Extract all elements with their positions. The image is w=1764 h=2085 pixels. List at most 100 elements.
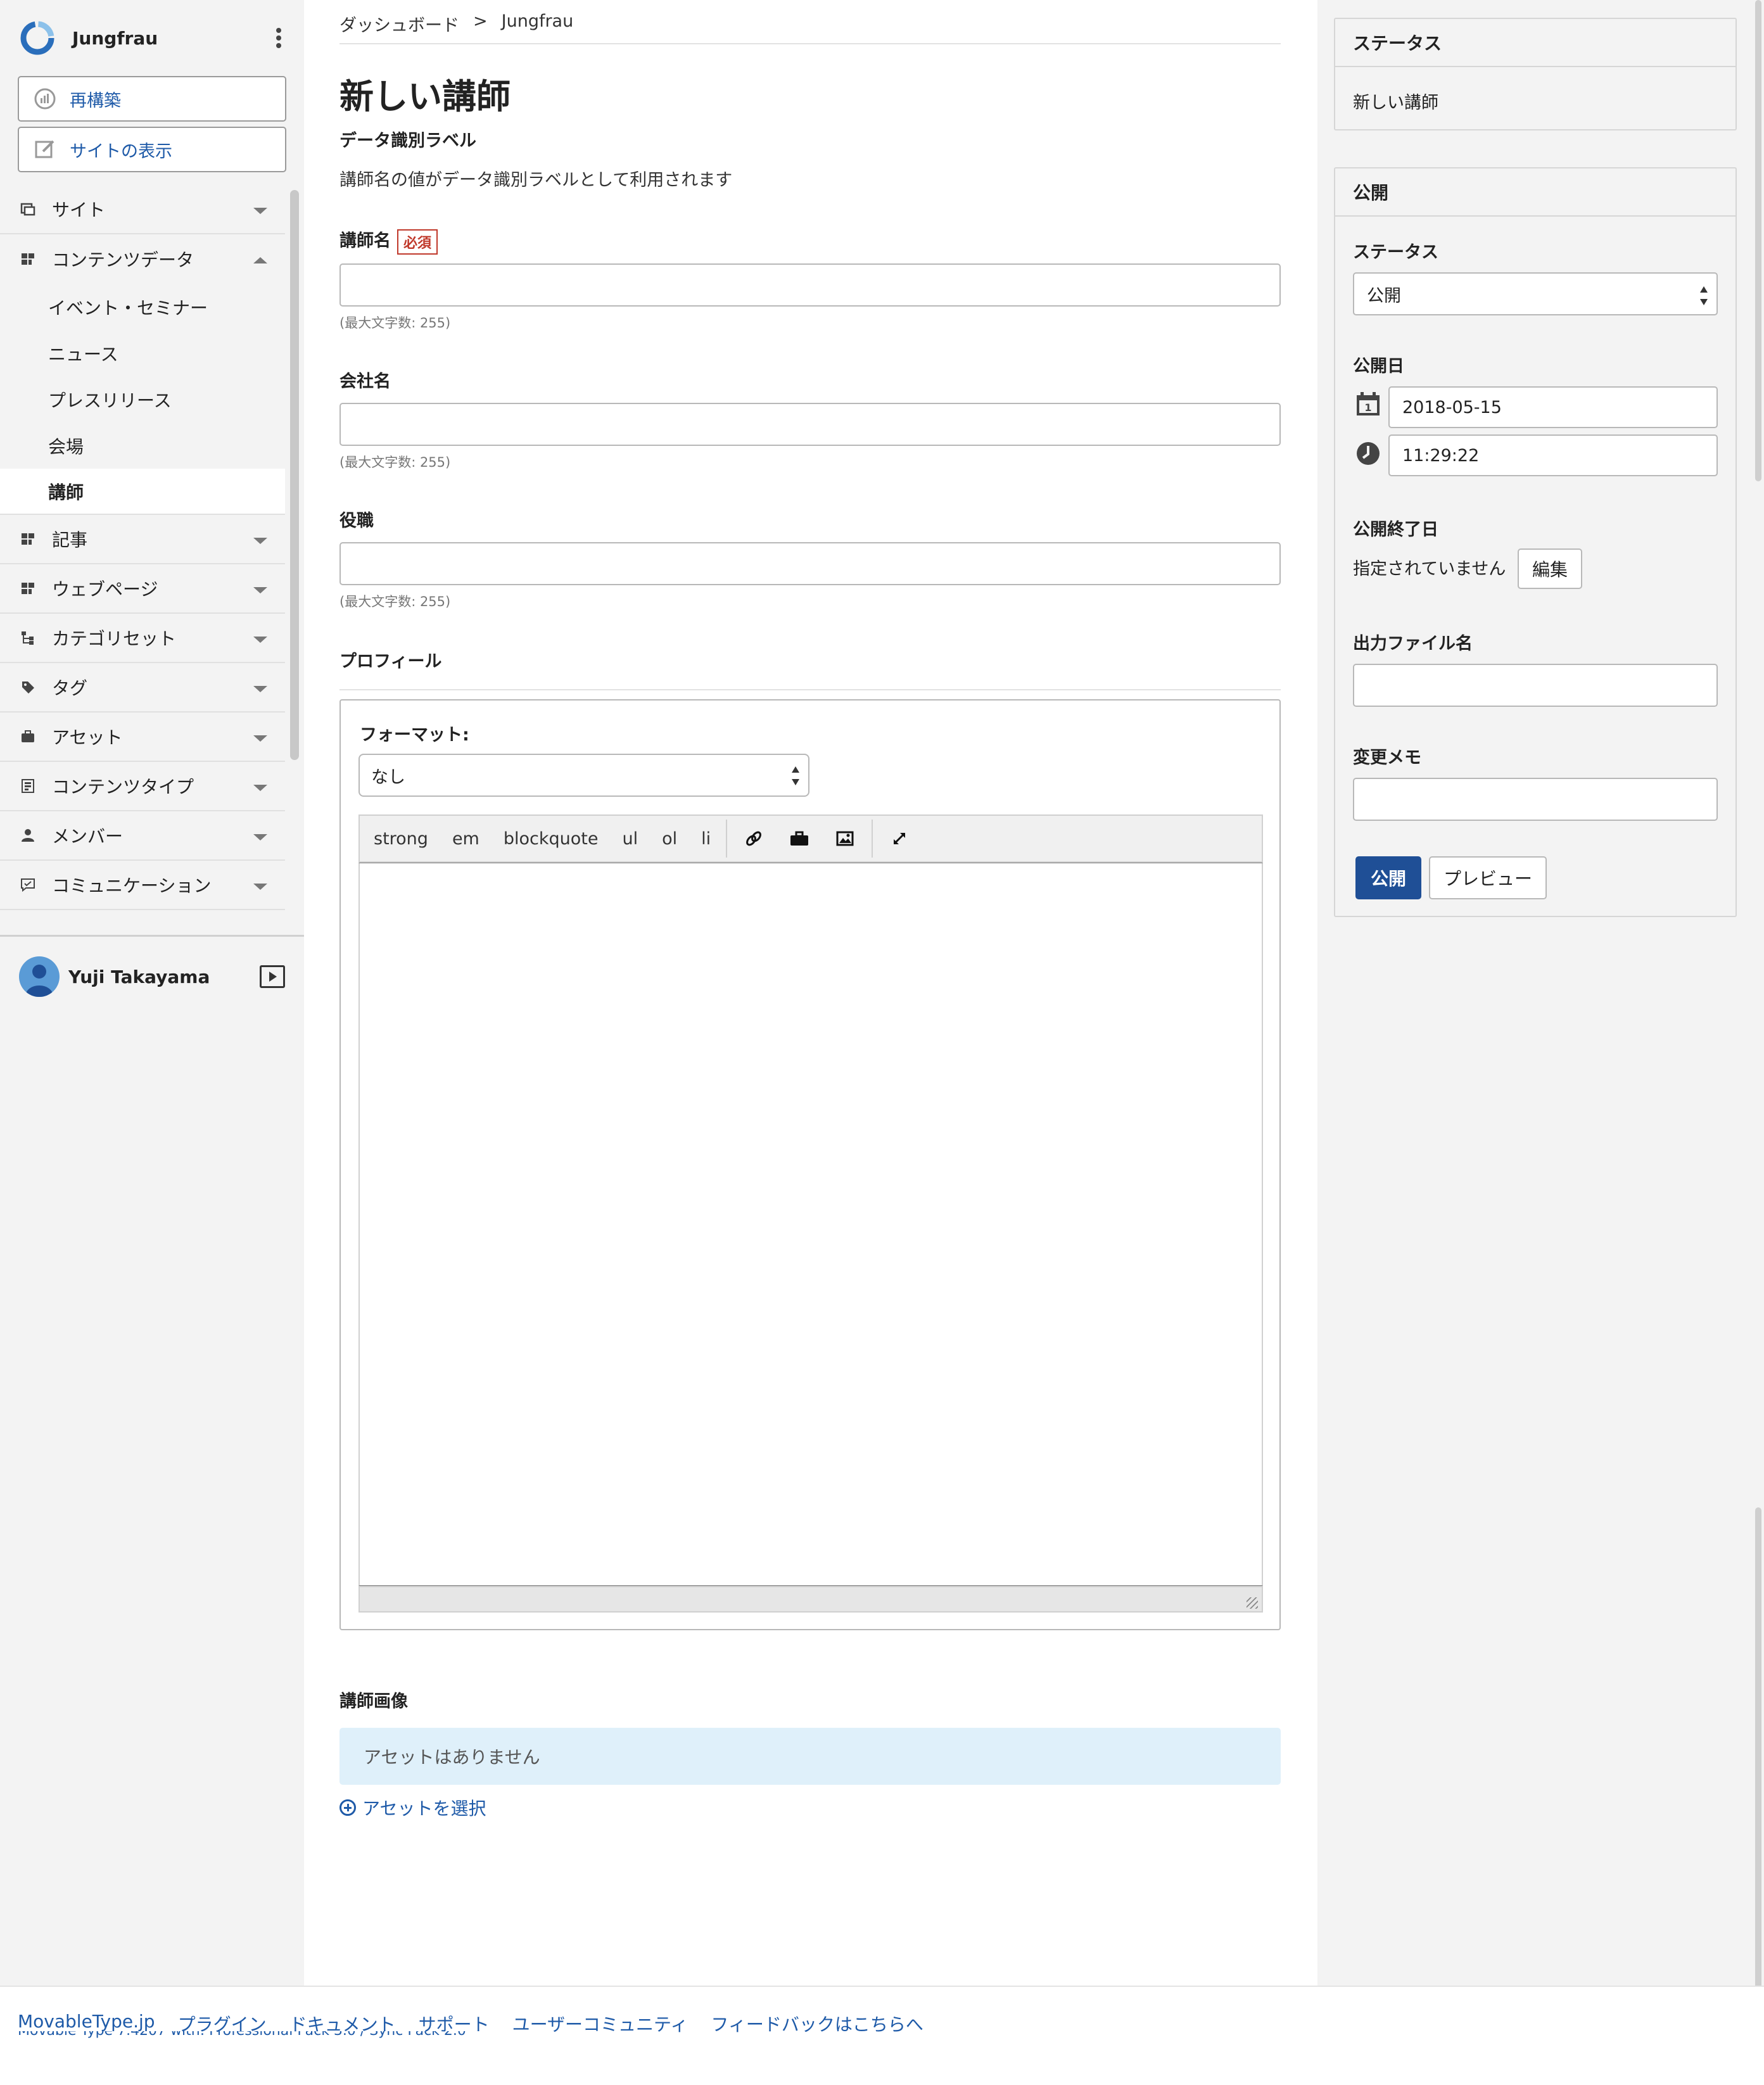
sidebar-scrollbar[interactable] (290, 190, 299, 760)
footer-link-feedback[interactable]: フィードバックはこちらへ (711, 2011, 923, 2036)
format-select[interactable]: なし (359, 754, 809, 797)
publish-status-select[interactable]: 公開 (1353, 272, 1718, 315)
change-memo-input[interactable] (1353, 778, 1718, 821)
user-profile[interactable]: Yuji Takayama (19, 956, 285, 997)
resize-grip-icon[interactable] (1247, 1597, 1258, 1609)
nav-content-data[interactable]: コンテンツデータ (0, 234, 285, 284)
site-name: Jungfrau (72, 27, 158, 49)
rebuild-button[interactable]: 再構築 (18, 76, 286, 122)
footer: MovableType.jp プラグイン ドキュメント サポート ユーザーコミュ… (0, 1986, 1764, 2085)
nav-sub-news[interactable]: ニュース (0, 330, 285, 376)
breadcrumb-current[interactable]: Jungfrau (502, 11, 574, 36)
main-content: ダッシュボード > Jungfrau 新しい講師 データ識別ラベル 講師名の値が… (304, 0, 1317, 1986)
site-menu-icon[interactable] (272, 25, 285, 51)
nav-entries[interactable]: 記事 (0, 515, 285, 564)
instructor-name-label: 講師名 必須 (339, 227, 438, 255)
publish-status-label: ステータス (1353, 243, 1438, 262)
preview-button[interactable]: プレビュー (1429, 856, 1547, 899)
svg-text:1: 1 (1364, 402, 1371, 414)
chevron-down-icon (253, 785, 267, 791)
format-select-value: なし (371, 767, 405, 787)
divider (0, 935, 304, 937)
toolbar-separator (872, 820, 873, 858)
toolbar-separator (726, 820, 728, 858)
content-data-icon (22, 253, 34, 265)
publish-panel-title: 公開 (1335, 168, 1735, 217)
nav-content-types[interactable]: コンテンツタイプ (0, 762, 285, 811)
site-logo-icon (20, 21, 54, 55)
chevron-down-icon (253, 538, 267, 544)
toolbar-li-button[interactable]: li (701, 829, 711, 849)
instructor-name-input[interactable] (339, 263, 1281, 307)
nav-assets[interactable]: アセット (0, 713, 285, 762)
chevron-down-icon (253, 587, 267, 593)
nav-sub-press[interactable]: プレスリリース (0, 376, 285, 422)
calendar-icon: 1 (1357, 392, 1380, 415)
briefcase-icon (22, 730, 34, 742)
position-label: 役職 (339, 511, 374, 531)
filename-input[interactable] (1353, 664, 1718, 707)
position-hint: (最大文字数: 255) (339, 594, 451, 609)
category-tree-icon (22, 631, 34, 645)
company-input[interactable] (339, 403, 1281, 446)
rebuild-icon (34, 88, 56, 110)
site-brand[interactable]: Jungfrau (19, 18, 285, 58)
page-scrollbar-lower[interactable] (1755, 1507, 1761, 1989)
view-site-button[interactable]: サイトの表示 (18, 127, 286, 172)
nav-sub-venue[interactable]: 会場 (0, 422, 285, 469)
footer-link-community[interactable]: ユーザーコミュニティ (512, 2011, 688, 2036)
nav-members[interactable]: メンバー (0, 811, 285, 861)
unpublish-edit-button[interactable]: 編集 (1518, 548, 1582, 589)
toolbar-blockquote-button[interactable]: blockquote (504, 829, 599, 849)
status-panel: ステータス 新しい講師 (1334, 18, 1737, 130)
link-icon[interactable] (744, 828, 764, 849)
divider (339, 689, 1281, 690)
fullscreen-icon[interactable] (889, 828, 910, 849)
footer-version: Movable Type 7.4207 with: Professional P… (18, 2031, 466, 2039)
toolbar-strong-button[interactable]: strong (374, 829, 428, 849)
nav-sub-event[interactable]: イベント・セミナー (0, 284, 285, 330)
change-memo-label: 変更メモ (1353, 748, 1421, 768)
right-sidebar: ステータス 新しい講師 公開 ステータス 公開 公開日 1 2018-05-15… (1317, 0, 1764, 1989)
clock-icon (1357, 442, 1380, 465)
data-label-heading: データ識別ラベル (339, 131, 476, 151)
breadcrumb: ダッシュボード > Jungfrau (339, 11, 573, 36)
image-icon[interactable] (835, 828, 855, 849)
company-label: 会社名 (339, 372, 391, 391)
company-hint: (最大文字数: 255) (339, 455, 451, 470)
pages-icon (22, 583, 34, 594)
select-arrows-icon (792, 766, 799, 785)
sidebar-nav: サイト コンテンツデータ イベント・セミナー ニュース プレスリリース 会場 講… (0, 185, 285, 910)
nav-sub-instructor[interactable]: 講師 (0, 469, 285, 515)
publish-date-input[interactable]: 2018-05-15 (1388, 386, 1718, 428)
nav-tags[interactable]: タグ (0, 663, 285, 713)
filename-label: 出力ファイル名 (1353, 634, 1473, 654)
sign-out-icon[interactable] (260, 965, 285, 988)
select-asset-label: アセットを選択 (362, 1798, 486, 1819)
page-scrollbar[interactable] (1755, 0, 1761, 481)
profile-label: プロフィール (339, 652, 442, 671)
content-type-icon (22, 779, 34, 793)
publish-date-value: 2018-05-15 (1402, 397, 1502, 417)
breadcrumb-home[interactable]: ダッシュボード (339, 11, 459, 36)
profile-textarea[interactable] (359, 863, 1263, 1586)
nav-category-sets[interactable]: カテゴリセット (0, 614, 285, 663)
instructor-name-label-text: 講師名 (339, 231, 391, 251)
toolbar-ol-button[interactable]: ol (662, 829, 677, 849)
nav-site[interactable]: サイト (0, 185, 285, 234)
nav-communication[interactable]: コミュニケーション (0, 861, 285, 910)
toolbar-em-button[interactable]: em (452, 829, 479, 849)
publish-time-input[interactable]: 11:29:22 (1388, 434, 1718, 476)
select-asset-link[interactable]: アセットを選択 (339, 1795, 486, 1820)
nav-pages[interactable]: ウェブページ (0, 564, 285, 614)
publish-button[interactable]: 公開 (1355, 856, 1421, 899)
comment-icon (21, 878, 35, 892)
profile-editor: フォーマット: なし strong em blockquote ul ol li (339, 699, 1281, 1630)
position-input[interactable] (339, 542, 1281, 585)
editor-toolbar: strong em blockquote ul ol li (359, 814, 1263, 863)
chevron-down-icon (253, 834, 267, 840)
nav-members-label: メンバー (52, 826, 124, 847)
chevron-down-icon (253, 637, 267, 643)
toolbar-ul-button[interactable]: ul (622, 829, 638, 849)
asset-icon[interactable] (789, 828, 809, 849)
